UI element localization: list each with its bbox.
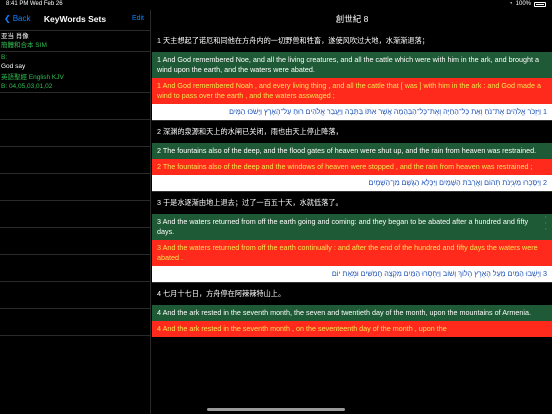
list-row xyxy=(0,119,150,146)
verse-list[interactable]: 1 天主想起了诺厄和同他在方舟内的一切野兽和牲畜，遂使风吹过大地，水渐渐退落； … xyxy=(152,30,552,414)
verse-english-kjv[interactable]: 4 And the ark rested in the seventh mont… xyxy=(152,321,552,337)
verse-english-kjv[interactable]: 2 The fountains also of the deep and the… xyxy=(152,159,552,175)
verse-hebrew[interactable]: 1 וַיִּזְכֹּר אֱלֹהִים אֶת־נֹחַ וְאֵת כָ… xyxy=(152,104,552,120)
list-row xyxy=(0,281,150,308)
keyword-set-list: 亚当 肖像 簡體和合本 SIM B: God say 英語聖經 English … xyxy=(0,30,150,362)
verse-english-douay[interactable]: 3 And the waters returned from off the e… xyxy=(152,214,552,240)
keyword-set-item[interactable]: B: God say 英語聖經 English KJV B: 04,05,03,… xyxy=(0,51,150,92)
chapter-title: 創世紀 8 xyxy=(335,14,369,24)
keyword-set-title: 亚当 肖像 xyxy=(1,33,29,40)
verse-english-kjv[interactable]: 1 And God remembered Noah , and every li… xyxy=(152,78,552,104)
home-indicator[interactable] xyxy=(207,408,345,411)
keyword-set-version: 英語聖經 English KJV xyxy=(1,74,64,81)
list-row xyxy=(0,200,150,227)
sidebar-nav-bar: ❮ Back KeyWords Sets Edit xyxy=(0,10,150,30)
keyword-set-version: 簡體和合本 SIM xyxy=(1,42,47,49)
list-row xyxy=(0,146,150,173)
list-row xyxy=(0,227,150,254)
status-bar: 8:41 PM Wed Feb 26 ◔ 100% xyxy=(0,0,552,10)
status-date: Wed Feb 26 xyxy=(30,1,63,7)
keyword-set-label: B: xyxy=(1,54,8,61)
sidebar: ❮ Back KeyWords Sets Edit 亚当 肖像 簡體和合本 SI… xyxy=(0,10,151,414)
battery-percent: 100% xyxy=(515,1,531,7)
verse-hebrew[interactable]: 2 וַיִּסָּכְרוּ מַעְיְנֹת תְּהוֹם וַאֲרֻ… xyxy=(152,175,552,191)
verse-english-kjv[interactable]: 3 And the waters returned from off the e… xyxy=(152,240,552,266)
list-row xyxy=(0,335,150,362)
keyword-set-item[interactable]: 亚当 肖像 簡體和合本 SIM xyxy=(0,30,150,51)
scroll-indicator[interactable]: • • • xyxy=(545,214,551,232)
list-row xyxy=(0,308,150,335)
wifi-icon: ◔ xyxy=(509,1,513,7)
verse-english-douay[interactable]: 1 And God remembered Noe, and all the li… xyxy=(152,52,552,78)
main-pane: 創世紀 8 1 天主想起了诺厄和同他在方舟内的一切野兽和牲畜，遂使风吹过大地，水… xyxy=(152,10,552,414)
list-row xyxy=(0,254,150,281)
edit-button[interactable]: Edit xyxy=(132,15,144,22)
status-time: 8:41 PM xyxy=(6,1,29,7)
verse-chinese[interactable]: 4 七月十七日，方舟停在阿辣辣特山上。 xyxy=(152,283,552,305)
verse-english-douay[interactable]: 4 And the ark rested in the seventh mont… xyxy=(152,305,552,321)
verse-english-douay[interactable]: 2 The fountains also of the deep, and th… xyxy=(152,143,552,159)
keyword-set-title: God say xyxy=(1,63,26,70)
keyword-set-ref: B: 04,05,03,01,02 xyxy=(1,83,53,90)
verse-hebrew[interactable]: 3 וַיָּשֻׁבוּ הַמַּיִם מֵעַל הָאָרֶץ הָל… xyxy=(152,266,552,282)
verse-chinese[interactable]: 2 深渊的泉源和天上的水闸已关闭，雨也由天上停止降落， xyxy=(152,121,552,143)
battery-icon xyxy=(534,1,546,7)
verse-chinese[interactable]: 3 于是水逐渐由地上退去；过了一百五十天，水就低落了。 xyxy=(152,192,552,214)
verse-chinese[interactable]: 1 天主想起了诺厄和同他在方舟内的一切野兽和牲畜，遂使风吹过大地，水渐渐退落； xyxy=(152,30,552,52)
sidebar-title: KeyWords Sets xyxy=(43,14,107,24)
status-right: ◔ 100% xyxy=(509,1,546,7)
list-row xyxy=(0,173,150,200)
list-row xyxy=(0,92,150,119)
